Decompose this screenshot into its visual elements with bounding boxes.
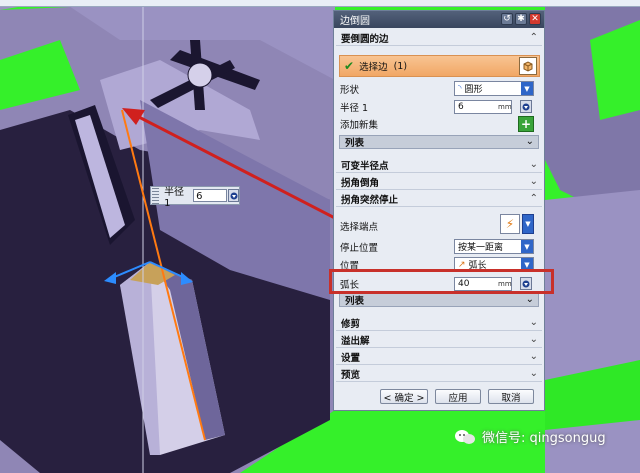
chevron-up-icon: ⌃ xyxy=(529,32,538,43)
cancel-button[interactable]: 取消 xyxy=(488,389,534,404)
checkmark-icon: ✔ xyxy=(344,59,355,73)
chevron-down-icon: ▼ xyxy=(521,240,533,253)
section-trim[interactable]: 修剪 ⌄ xyxy=(336,316,542,331)
section-corner-stop[interactable]: 拐角突然停止 ⌃ xyxy=(336,192,542,207)
edge-list-header[interactable]: 列表 ⌄ xyxy=(339,135,539,149)
chevron-down-icon: ⌄ xyxy=(529,368,538,379)
apply-button[interactable]: 应用 xyxy=(435,389,481,404)
section-settings[interactable]: 设置 ⌄ xyxy=(336,350,542,365)
edge-list-label: 列表 xyxy=(345,138,365,149)
chevron-down-icon: ⌄ xyxy=(525,136,534,147)
dialog-title-bar[interactable]: 边倒圆 ↺ ✱ ✕ xyxy=(334,11,544,28)
radius-unit: mm xyxy=(498,103,512,111)
section-corner-chamfer-label: 拐角倒角 xyxy=(341,178,380,189)
shape-select[interactable]: ◝ 圆形 ▼ xyxy=(454,81,534,96)
floating-radius-label: 半径 1 xyxy=(164,186,185,209)
arc-length-icon: ↗ xyxy=(458,259,466,270)
section-corner-chamfer[interactable]: 拐角倒角 ⌄ xyxy=(336,175,542,190)
add-new-set-label: 添加新集 xyxy=(340,120,379,131)
gear-icon[interactable]: ✱ xyxy=(515,13,527,25)
arc-length-highlight-box xyxy=(329,269,554,294)
chevron-down-icon: ⌄ xyxy=(529,317,538,328)
endpoint-select-icon[interactable]: ⚡ xyxy=(500,214,520,234)
section-overflow-label: 溢出解 xyxy=(341,336,370,347)
ok-button[interactable]: < 确定 > xyxy=(380,389,428,404)
endpoint-menu-button[interactable]: ▼ xyxy=(522,214,534,234)
section-settings-label: 设置 xyxy=(341,353,361,364)
section-preview-label: 预览 xyxy=(341,370,361,381)
chevron-down-icon: ⌄ xyxy=(529,334,538,345)
radius-menu-button[interactable] xyxy=(520,100,532,113)
close-icon[interactable]: ✕ xyxy=(529,13,541,25)
chevron-down-icon: ⌄ xyxy=(529,159,538,170)
radius-value: 6 xyxy=(458,102,464,112)
chevron-up-icon: ⌃ xyxy=(529,193,538,204)
select-edge-row[interactable]: ✔ 选择边 (1) xyxy=(339,55,540,77)
floating-radius-field[interactable]: 半径 1 6 xyxy=(150,186,240,209)
shape-label: 形状 xyxy=(340,85,360,96)
section-trim-label: 修剪 xyxy=(341,319,361,330)
endpoint-list-label: 列表 xyxy=(345,296,365,307)
section-preview[interactable]: 预览 ⌄ xyxy=(336,367,542,382)
down-arrow-icon xyxy=(230,192,238,199)
chevron-down-icon: ▼ xyxy=(521,82,533,95)
section-overflow[interactable]: 溢出解 ⌄ xyxy=(336,333,542,348)
arc-shape-icon: ◝ xyxy=(458,83,462,94)
floating-radius-input[interactable]: 6 xyxy=(193,189,228,202)
section-edges-label: 要倒圆的边 xyxy=(341,34,389,45)
edge-blend-dialog: 边倒圆 ↺ ✱ ✕ 要倒圆的边 ⌃ ✔ 选择边 (1) 形状 ◝ 圆形 ▼ 半径… xyxy=(333,10,545,411)
add-new-set-row: 添加新集 xyxy=(340,116,540,132)
add-set-icon[interactable]: + xyxy=(518,116,534,132)
select-end-label: 选择端点 xyxy=(340,222,379,233)
floating-radius-menu-button[interactable] xyxy=(228,189,239,202)
reset-icon[interactable]: ↺ xyxy=(501,13,513,25)
dialog-title: 边倒圆 xyxy=(340,16,370,27)
chevron-down-icon: ⌄ xyxy=(529,176,538,187)
edge-select-icon[interactable] xyxy=(519,57,537,75)
section-variable-radius-label: 可变半径点 xyxy=(341,161,389,172)
top-toolbar-strip xyxy=(0,0,640,7)
wechat-icon xyxy=(455,429,475,444)
endpoint-list-header[interactable]: 列表 ⌄ xyxy=(339,293,539,307)
chevron-down-icon: ⌄ xyxy=(529,351,538,362)
chevron-down-icon: ⌄ xyxy=(525,294,534,305)
section-corner-stop-label: 拐角突然停止 xyxy=(341,195,399,206)
section-variable-radius[interactable]: 可变半径点 ⌄ xyxy=(336,158,542,173)
stop-position-select[interactable]: 按某一距离 ▼ xyxy=(454,239,534,254)
radius-label: 半径 1 xyxy=(340,103,369,114)
select-edge-count: (1) xyxy=(393,60,408,72)
shape-value: 圆形 xyxy=(464,85,483,95)
stop-position-label: 停止位置 xyxy=(340,243,379,254)
section-edges[interactable]: 要倒圆的边 ⌃ xyxy=(336,31,542,46)
watermark-text: 微信号: qingsongug xyxy=(482,431,606,446)
select-edge-label: 选择边 xyxy=(359,62,388,73)
drag-grip-icon[interactable] xyxy=(152,187,160,204)
down-arrow-icon xyxy=(522,103,530,110)
watermark: 微信号: qingsongug xyxy=(454,427,606,446)
stop-position-value: 按某一距离 xyxy=(458,243,504,253)
